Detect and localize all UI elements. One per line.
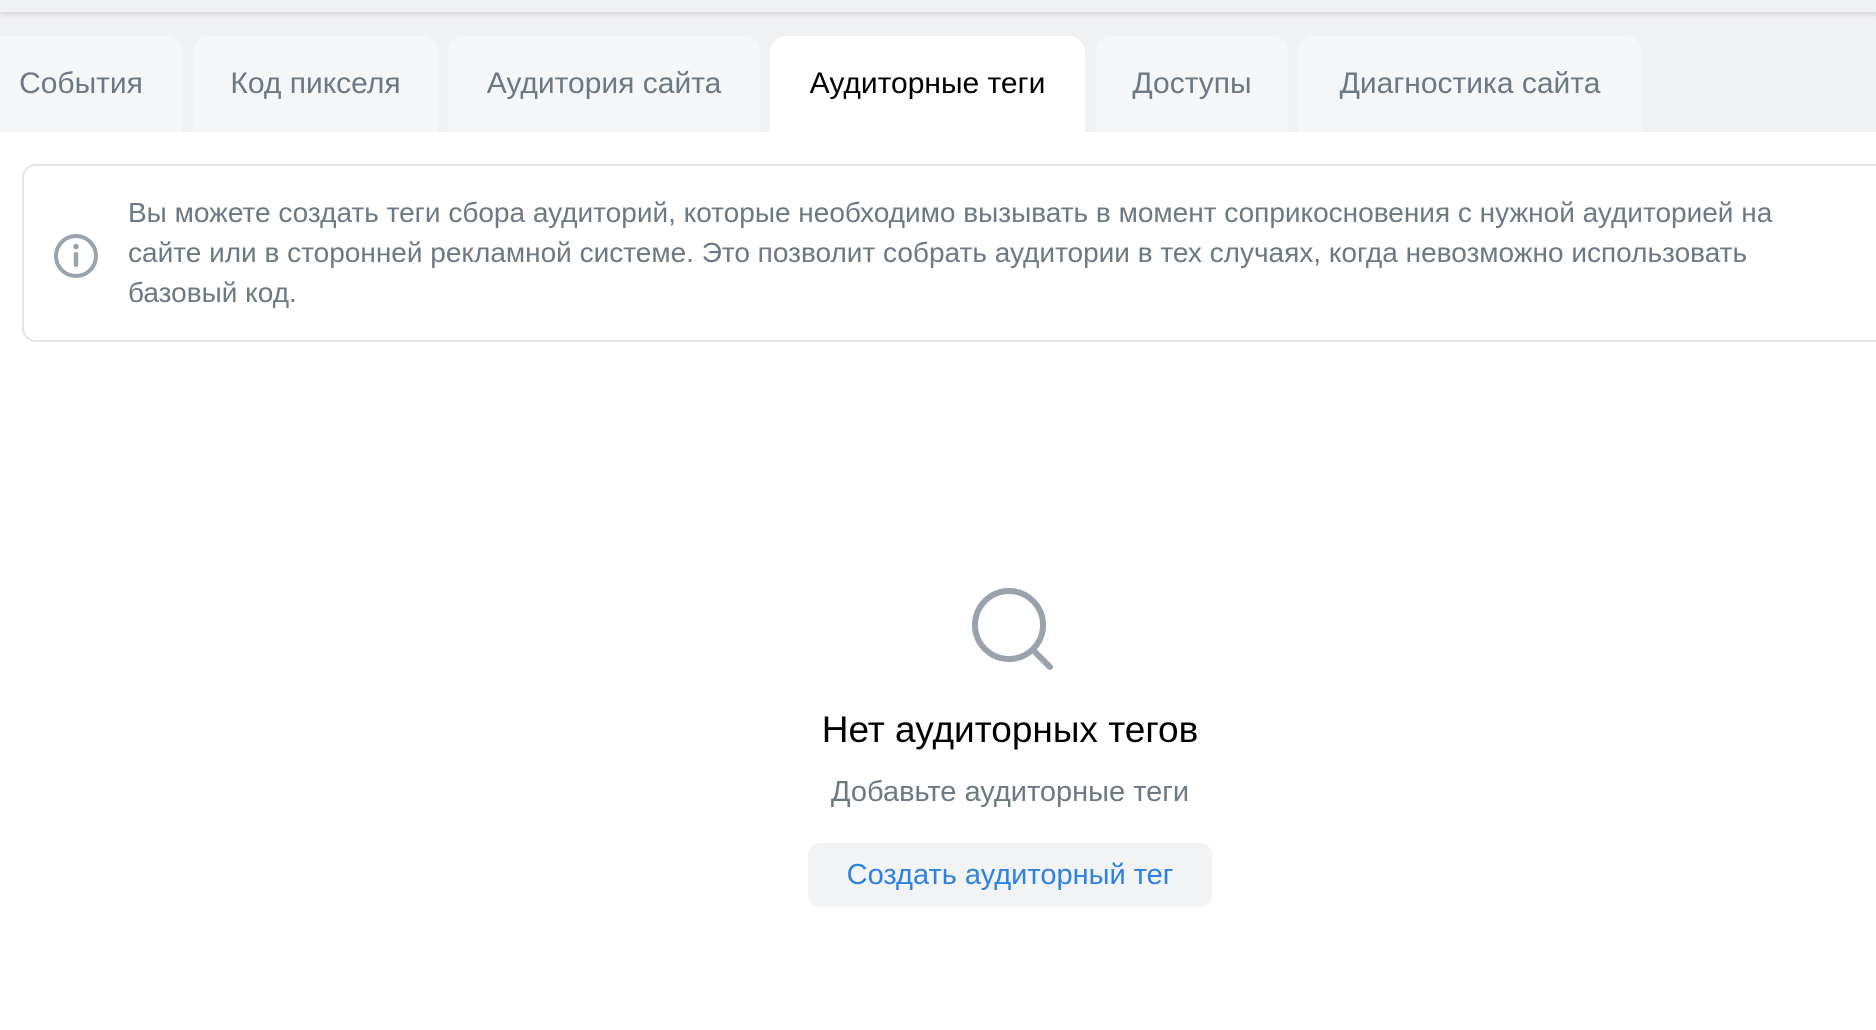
- tab-site-audience[interactable]: Аудитория сайта: [448, 36, 760, 132]
- info-icon: [54, 234, 98, 278]
- info-text: Вы можете создать теги сбора аудиторий, …: [128, 197, 1773, 308]
- tab-audience-tags[interactable]: Аудиторные теги: [770, 36, 1085, 132]
- tab-site-diagnostics[interactable]: Диагностика сайта: [1298, 36, 1642, 132]
- create-audience-tag-button[interactable]: Создать аудиторный тег: [808, 843, 1212, 907]
- search-icon: [972, 588, 1053, 670]
- empty-state-title: Нет аудиторных тегов: [821, 709, 1199, 750]
- top-header-edge: [0, 0, 1876, 12]
- tab-pixel-code[interactable]: Код пикселя: [193, 36, 438, 132]
- tab-access[interactable]: Доступы: [1096, 36, 1288, 132]
- tab-events[interactable]: События: [0, 36, 182, 132]
- empty-state-subtitle: Добавьте аудиторные теги: [830, 776, 1190, 808]
- tab-bar: События Код пикселя Аудитория сайта Ауди…: [0, 36, 1876, 132]
